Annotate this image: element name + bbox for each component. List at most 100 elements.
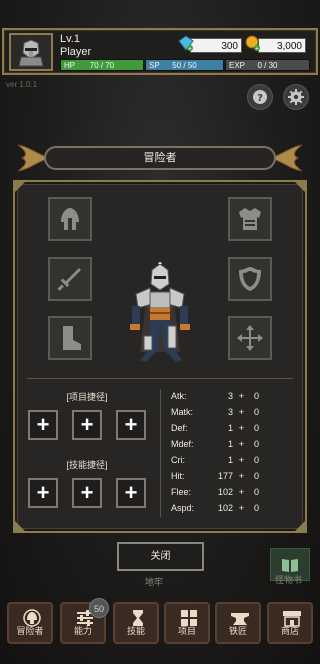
stat-row-aspd: Aspd: 102 + 0 <box>171 503 259 519</box>
shield-icon <box>239 267 261 291</box>
stat-plus: + <box>238 455 244 465</box>
skill-shortcut-slot-3[interactable]: + <box>116 478 146 508</box>
stat-name: Cri: <box>171 455 185 465</box>
equip-slot-shield[interactable] <box>228 257 272 301</box>
nav-items[interactable]: 项目 <box>164 602 210 644</box>
stat-bonus: 0 <box>253 439 259 449</box>
helmet-icon <box>61 208 79 230</box>
skill-shortcut-title: [技能捷径] <box>66 460 108 470</box>
stat-plus: + <box>238 503 244 513</box>
stat-plus: + <box>238 439 244 449</box>
corner-ornament-icon <box>15 182 25 192</box>
stat-bonus: 0 <box>253 455 259 465</box>
gold-count: 3,000 <box>258 38 306 53</box>
stat-row-matk: Matk: 3 + 0 <box>171 407 259 423</box>
nav-adventurer[interactable]: 冒险者 <box>7 602 53 644</box>
gem-count: 300 <box>190 38 242 53</box>
corner-ornament-icon <box>295 521 305 531</box>
stat-plus: + <box>238 407 244 417</box>
stat-name: Atk: <box>171 391 187 401</box>
equip-slot-boots[interactable] <box>48 316 92 360</box>
cross-arrows-icon <box>237 325 263 351</box>
stat-bonus: 0 <box>253 471 259 481</box>
item-shortcut-title: [项目捷径] <box>66 392 108 402</box>
nav-label: 铁匠 <box>228 626 247 636</box>
close-button[interactable]: 关闭 <box>117 542 204 571</box>
svg-text:+: + <box>188 46 192 51</box>
question-icon: ? <box>253 90 267 104</box>
nav-blacksmith[interactable]: 铁匠 <box>215 602 261 644</box>
player-portrait[interactable] <box>9 33 53 71</box>
equip-slot-accessory[interactable] <box>228 316 272 360</box>
stat-value: 3 <box>227 407 233 417</box>
stat-name: Mdef: <box>171 439 194 449</box>
stat-plus: + <box>238 487 244 497</box>
equip-slot-weapon[interactable] <box>48 257 92 301</box>
book-icon <box>282 558 298 572</box>
boot-icon <box>63 326 81 350</box>
nav-label: 技能 <box>126 626 145 636</box>
nav-label: 冒险者 <box>16 626 44 636</box>
corner-ornament-icon <box>15 521 25 531</box>
stat-value: 102 <box>217 487 233 497</box>
stat-name: Flee: <box>171 487 192 497</box>
item-shortcut-slot-3[interactable]: + <box>116 410 146 440</box>
panel-divider-vertical <box>160 389 161 517</box>
stat-row-def: Def: 1 + 0 <box>171 423 259 439</box>
nav-label: 能力 <box>73 626 92 636</box>
stat-row-flee: Flee: 102 + 0 <box>171 487 259 503</box>
equip-slot-armor[interactable] <box>228 197 272 241</box>
stat-name: Matk: <box>171 407 194 417</box>
skill-shortcut-slot-1[interactable]: + <box>28 478 58 508</box>
nav-skill[interactable]: 技能 <box>113 602 159 644</box>
panel-title: 冒险者 <box>44 146 276 170</box>
help-button[interactable]: ? <box>247 84 273 110</box>
gem-icon[interactable]: + <box>178 35 194 51</box>
stat-row-mdef: Mdef: 1 + 0 <box>171 439 259 455</box>
player-level: Lv.1 <box>60 33 80 45</box>
equip-slot-helmet[interactable] <box>48 197 92 241</box>
exp-value: 0 / 30 <box>257 61 278 70</box>
player-name: Player <box>60 46 92 58</box>
stat-value: 3 <box>227 391 233 401</box>
ability-points-badge: 50 <box>89 598 109 618</box>
sp-bar: SP 50 / 50 <box>145 59 224 71</box>
stat-plus: + <box>238 471 244 481</box>
knight-character-icon <box>130 262 190 362</box>
stat-name: Aspd: <box>171 503 195 513</box>
stat-value: 1 <box>227 439 233 449</box>
stat-bonus: 0 <box>253 407 259 417</box>
stat-bonus: 0 <box>253 503 259 513</box>
stat-row-cri: Cri: 1 + 0 <box>171 455 259 471</box>
gold-coin-icon[interactable]: + <box>245 35 261 51</box>
hp-bar: HP 70 / 70 <box>60 59 144 71</box>
item-shortcut-slot-2[interactable]: + <box>72 410 102 440</box>
stat-value: 177 <box>217 471 233 481</box>
exp-bar: EXP 0 / 30 <box>225 59 310 71</box>
status-panel: Lv.1 Player HP 70 / 70 SP 50 / 50 EXP 0 … <box>2 28 318 75</box>
item-shortcut-slot-1[interactable]: + <box>28 410 58 440</box>
settings-button[interactable] <box>283 84 309 110</box>
sword-icon <box>57 268 81 291</box>
stat-value: 1 <box>227 455 233 465</box>
knight-portrait-icon <box>18 39 44 67</box>
stat-row-atk: Atk: 3 + 0 <box>171 391 259 407</box>
stat-bonus: 0 <box>253 391 259 401</box>
chest-armor-icon <box>239 208 261 230</box>
skill-shortcut-slot-2[interactable]: + <box>72 478 102 508</box>
stat-bonus: 0 <box>253 423 259 433</box>
map-label: 地牢 <box>145 577 164 587</box>
stat-plus: + <box>238 391 244 401</box>
corner-ornament-icon <box>295 182 305 192</box>
hp-value: 70 / 70 <box>89 61 115 70</box>
gear-icon <box>288 89 304 105</box>
nav-shop[interactable]: 商店 <box>267 602 313 644</box>
stat-name: Hit: <box>171 471 185 481</box>
nav-label: 商店 <box>280 626 299 636</box>
stat-value: 102 <box>217 503 233 513</box>
panel-divider <box>27 378 293 379</box>
nav-label: 项目 <box>177 626 196 636</box>
stat-plus: + <box>238 423 244 433</box>
stat-value: 1 <box>227 423 233 433</box>
stat-row-hit: Hit: 177 + 0 <box>171 471 259 487</box>
